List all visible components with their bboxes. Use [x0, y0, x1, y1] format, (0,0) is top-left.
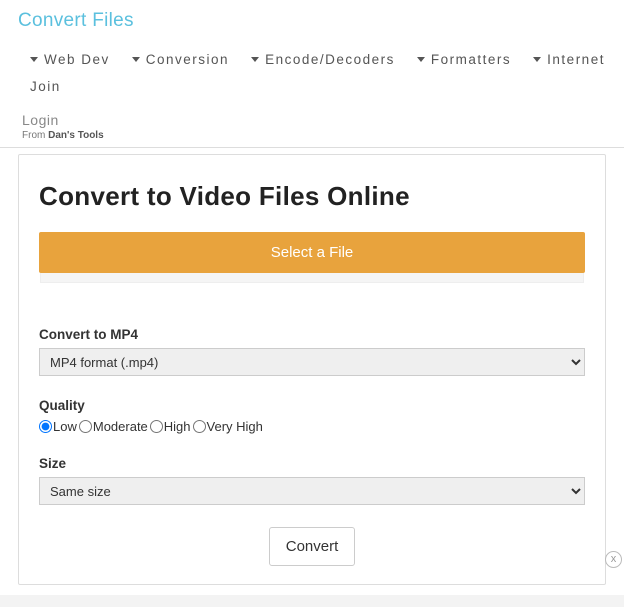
nav-item-label: Web Dev — [44, 52, 110, 67]
login-link[interactable]: Login — [0, 100, 624, 128]
nav-item-internet[interactable]: Internet — [525, 46, 619, 73]
quality-radio-group: Low Moderate High Very High — [39, 419, 585, 434]
quality-option-moderate[interactable]: Moderate — [79, 419, 148, 434]
quality-option-label: Moderate — [93, 419, 148, 434]
nav-item-web-dev[interactable]: Web Dev — [22, 46, 124, 73]
bottom-band — [0, 595, 624, 607]
ad-close-icon[interactable]: x — [605, 551, 622, 568]
nav-item-label: Encode/Decoders — [265, 52, 395, 67]
chevron-down-icon — [251, 57, 259, 62]
converter-panel: Convert to Video Files Online Select a F… — [18, 154, 606, 585]
quality-option-very-high[interactable]: Very High — [193, 419, 263, 434]
chevron-down-icon — [30, 57, 38, 62]
quality-option-low[interactable]: Low — [39, 419, 77, 434]
convert-button[interactable]: Convert — [269, 527, 356, 566]
nav-item-label: Join — [30, 79, 61, 94]
chevron-down-icon — [132, 57, 140, 62]
brand-title[interactable]: Convert Files — [0, 0, 624, 40]
nav-item-label: Conversion — [146, 52, 229, 67]
quality-radio[interactable] — [150, 420, 163, 433]
from-tools-label: From Dan's Tools — [0, 128, 624, 147]
format-select[interactable]: MP4 format (.mp4) — [39, 348, 585, 376]
quality-radio[interactable] — [39, 420, 52, 433]
size-select[interactable]: Same size — [39, 477, 585, 505]
nav-item-label: Internet — [547, 52, 605, 67]
nav-item-encode-decoders[interactable]: Encode/Decoders — [243, 46, 409, 73]
chevron-down-icon — [533, 57, 541, 62]
size-label: Size — [39, 456, 585, 471]
main-nav: Web Dev Conversion Encode/Decoders Formatte… — [0, 40, 624, 100]
quality-option-high[interactable]: High — [150, 419, 191, 434]
chevron-down-icon — [417, 57, 425, 62]
format-label: Convert to MP4 — [39, 327, 585, 342]
page-title: Convert to Video Files Online — [39, 181, 585, 212]
nav-item-conversion[interactable]: Conversion — [124, 46, 243, 73]
quality-radio[interactable] — [193, 420, 206, 433]
quality-option-label: Low — [53, 419, 77, 434]
from-bold: Dan's Tools — [48, 130, 104, 141]
quality-option-label: High — [164, 419, 191, 434]
nav-item-label: Formatters — [431, 52, 511, 67]
file-drop-underbar — [40, 273, 584, 283]
quality-radio[interactable] — [79, 420, 92, 433]
nav-item-formatters[interactable]: Formatters — [409, 46, 525, 73]
from-prefix: From — [22, 130, 48, 141]
quality-label: Quality — [39, 398, 585, 413]
nav-item-join[interactable]: Join — [22, 73, 75, 100]
select-file-button[interactable]: Select a File — [39, 232, 585, 273]
quality-option-label: Very High — [207, 419, 263, 434]
